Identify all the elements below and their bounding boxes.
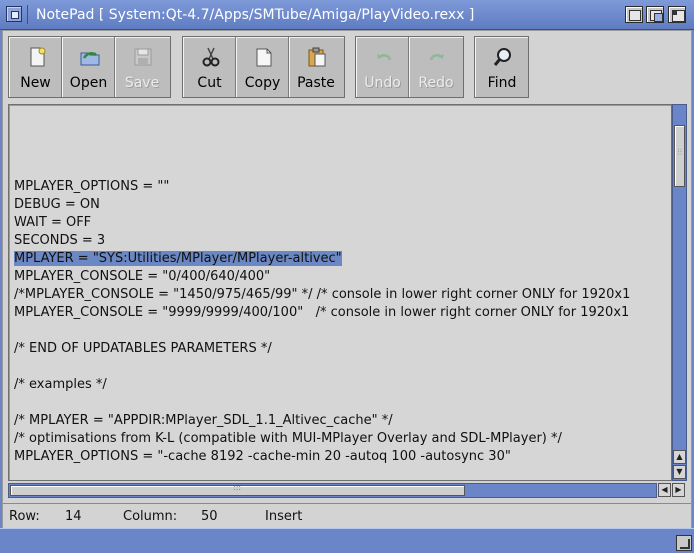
- open-button[interactable]: Open: [62, 37, 115, 97]
- cut-button[interactable]: Cut: [183, 37, 236, 97]
- text-line[interactable]: MPLAYER_CONSOLE = "0/400/640/400": [14, 268, 630, 286]
- copy-button[interactable]: Copy: [236, 37, 289, 97]
- new-document-icon: [30, 47, 46, 67]
- magnifier-icon: [493, 48, 511, 66]
- window-bottom-border: [0, 528, 694, 553]
- redo-icon: [429, 54, 444, 61]
- text-line[interactable]: [14, 322, 630, 340]
- redo-button[interactable]: Redo: [409, 37, 462, 97]
- copy-label: Copy: [244, 75, 281, 91]
- notepad-window: New Open Save Cut Copy Paste Undo Redo F…: [2, 30, 692, 551]
- copy-icon: [256, 48, 272, 67]
- column-label: Column:: [123, 509, 178, 524]
- window-title: NotePad [ System:Qt-4.7/Apps/SMTube/Amig…: [36, 7, 475, 23]
- scroll-down-icon[interactable]: ▼: [673, 465, 686, 479]
- column-value: 50: [201, 509, 218, 524]
- insert-mode-indicator: Insert: [265, 509, 303, 524]
- text-line[interactable]: /* examples */: [14, 376, 630, 394]
- text-line[interactable]: [14, 394, 630, 412]
- text-line[interactable]: MPLAYER_CONSOLE = "9999/9999/400/100" /*…: [14, 304, 630, 322]
- text-line[interactable]: MPLAYER = "SYS:Utilities/MPlayer/MPlayer…: [14, 250, 630, 268]
- edit-group: Cut Copy Paste: [182, 36, 345, 98]
- zoom-icon[interactable]: [646, 6, 664, 23]
- text-line[interactable]: [14, 466, 630, 480]
- text-line[interactable]: /* MPLAYER = "APPDIR:MPlayer_SDL_1.1_Alt…: [14, 412, 630, 430]
- undo-icon: [377, 54, 392, 61]
- text-line[interactable]: MPLAYER_OPTIONS = "-cache 8192 -cache-mi…: [14, 448, 630, 466]
- text-line[interactable]: MPLAYER_OPTIONS = "": [14, 178, 630, 196]
- text-line[interactable]: [14, 160, 630, 178]
- title-bar[interactable]: NotePad [ System:Qt-4.7/Apps/SMTube/Amig…: [0, 0, 694, 30]
- redo-label: Redo: [418, 75, 454, 91]
- find-button[interactable]: Find: [475, 37, 528, 97]
- vertical-scroll-thumb[interactable]: [674, 125, 685, 187]
- open-label: Open: [69, 75, 108, 91]
- text-line[interactable]: /*MPLAYER_CONSOLE = "1450/975/465/99" */…: [14, 286, 630, 304]
- undo-group: Undo Redo: [355, 36, 464, 98]
- save-button[interactable]: Save: [115, 37, 168, 97]
- scroll-left-icon[interactable]: ◀: [658, 483, 671, 497]
- horizontal-scroll-thumb[interactable]: [10, 483, 465, 496]
- text-line[interactable]: /* optimisations from K-L (compatible wi…: [14, 430, 630, 448]
- text-line[interactable]: /* END OF UPDATABLES PARAMETERS */: [14, 340, 630, 358]
- save-disk-icon: [134, 48, 152, 66]
- paste-clipboard-icon: [308, 47, 326, 67]
- save-label: Save: [124, 75, 160, 91]
- iconify-icon[interactable]: [625, 6, 643, 23]
- title-separator: [27, 5, 28, 24]
- row-value: 14: [65, 509, 82, 524]
- status-bar: Row: 14 Column: 50 Insert: [3, 503, 691, 527]
- undo-button[interactable]: Undo: [356, 37, 409, 97]
- find-group: Find: [474, 36, 529, 98]
- new-button[interactable]: New: [9, 37, 62, 97]
- editor-lines: MPLAYER_OPTIONS = "" DEBUG = ON WAIT = OFF…: [14, 142, 630, 480]
- open-folder-icon: [80, 52, 100, 66]
- depth-icon[interactable]: [668, 6, 686, 23]
- paste-button[interactable]: Paste: [289, 37, 342, 97]
- scroll-right-icon[interactable]: ▶: [672, 483, 685, 497]
- text-line[interactable]: [14, 142, 630, 160]
- horizontal-scrollbar[interactable]: [8, 483, 657, 498]
- resize-handle-icon[interactable]: [676, 535, 692, 551]
- new-label: New: [20, 75, 51, 91]
- row-label: Row:: [9, 509, 40, 524]
- text-line[interactable]: DEBUG = ON: [14, 196, 630, 214]
- text-line[interactable]: WAIT = OFF: [14, 214, 630, 232]
- file-group: New Open Save: [8, 36, 171, 98]
- paste-label: Paste: [297, 75, 335, 91]
- undo-label: Undo: [364, 75, 401, 91]
- find-label: Find: [487, 75, 517, 91]
- cut-label: Cut: [197, 75, 222, 91]
- text-editor[interactable]: MPLAYER_OPTIONS = "" DEBUG = ON WAIT = OFF…: [8, 104, 672, 481]
- text-line[interactable]: [14, 358, 630, 376]
- scroll-up-icon[interactable]: ▲: [673, 450, 686, 464]
- scissors-icon: [202, 47, 220, 67]
- close-icon[interactable]: [6, 6, 22, 22]
- selected-text[interactable]: MPLAYER = "SYS:Utilities/MPlayer/MPlayer…: [14, 251, 342, 266]
- text-line[interactable]: SECONDS = 3: [14, 232, 630, 250]
- vertical-scrollbar[interactable]: ▲ ▼: [672, 104, 687, 481]
